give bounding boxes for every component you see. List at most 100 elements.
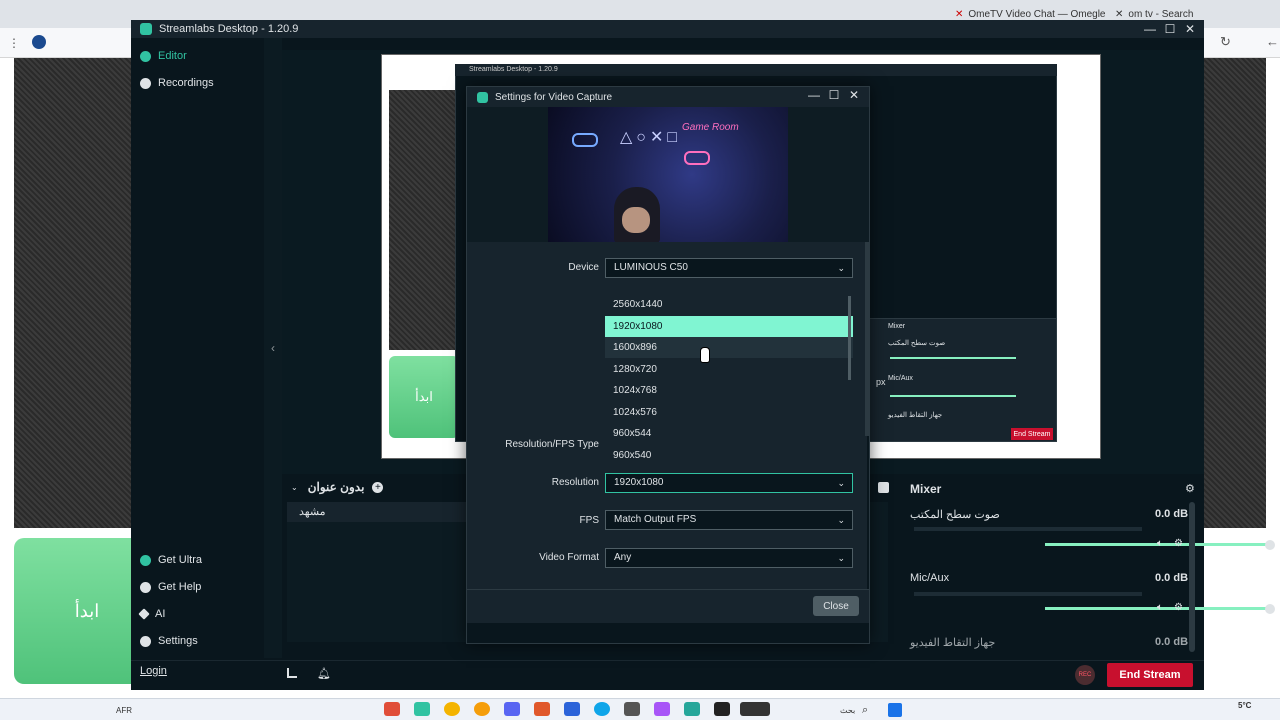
sidebar-item-ai[interactable]: AI bbox=[138, 604, 166, 624]
reload-icon[interactable]: ↻ bbox=[1220, 34, 1231, 50]
notification-bell-icon[interactable]: 🔔︎ bbox=[317, 667, 331, 680]
sidebar-item-label: Get Help bbox=[158, 581, 202, 593]
mixer-title: Mixer bbox=[910, 482, 942, 496]
close-icon[interactable]: ✕ bbox=[1179, 20, 1201, 38]
hand-cursor-icon bbox=[700, 347, 710, 363]
login-link[interactable]: Login bbox=[140, 665, 167, 677]
resolution-option[interactable]: 960x544 bbox=[605, 423, 853, 444]
video-format-select[interactable]: Any ⌄ bbox=[605, 548, 853, 568]
resolution-option[interactable]: 1280x720 bbox=[605, 359, 853, 380]
resolution-select[interactable]: 1920x1080 ⌄ bbox=[605, 473, 853, 493]
resolution-option[interactable]: 960x540 bbox=[605, 445, 853, 466]
remote-video-feed-right bbox=[1204, 58, 1266, 528]
app-icon-streamlabs-desktop[interactable] bbox=[414, 702, 430, 716]
volume-slider-handle[interactable] bbox=[1265, 604, 1275, 614]
sidebar-item-settings[interactable]: Settings bbox=[140, 631, 198, 651]
app-icon-file-explorer[interactable] bbox=[624, 702, 640, 716]
stats-icon[interactable] bbox=[287, 668, 297, 678]
chevron-down-icon: ⌄ bbox=[837, 515, 845, 525]
sidebar-collapse-toggle[interactable]: ‹ bbox=[264, 38, 282, 658]
captured-mixer-channel: صوت سطح المكتب bbox=[888, 340, 946, 347]
app-icon-app[interactable] bbox=[654, 702, 670, 716]
app-icon-app[interactable] bbox=[714, 702, 730, 716]
sidebar-item-label: Settings bbox=[158, 635, 198, 647]
resolution-label: Resolution bbox=[551, 477, 599, 488]
mixer-channel-name: جهاز التقاط الفيديو bbox=[910, 637, 996, 649]
profile-avatar[interactable] bbox=[32, 35, 46, 49]
captured-mixer-channel: جهاز التقاط الفيديو bbox=[888, 412, 943, 419]
mixer-icon bbox=[878, 482, 889, 493]
ultra-icon bbox=[140, 554, 151, 566]
scene-collection-name[interactable]: بدون عنوان bbox=[308, 480, 365, 494]
resolution-option[interactable]: 1024x576 bbox=[605, 402, 853, 423]
dropdown-scrollbar[interactable] bbox=[848, 296, 851, 380]
mixer-scrollbar[interactable] bbox=[1189, 502, 1195, 652]
tab-close-icon[interactable]: ✕ bbox=[955, 9, 963, 20]
app-icon-app[interactable] bbox=[564, 702, 580, 716]
menu-dots-icon[interactable]: ⋮ bbox=[8, 36, 20, 50]
chevron-down-icon[interactable]: ⌄ bbox=[291, 483, 298, 492]
device-select[interactable]: LUMINOUS C50 ⌄ bbox=[605, 258, 853, 278]
dialog-scrollbar[interactable] bbox=[865, 242, 869, 436]
window-titlebar: Streamlabs Desktop - 1.20.9 — ☐ ✕ bbox=[131, 20, 1204, 38]
close-icon[interactable]: ✕ bbox=[843, 86, 865, 104]
record-button[interactable]: REC bbox=[1075, 665, 1095, 685]
sidebar-item-editor[interactable]: Editor bbox=[140, 46, 187, 66]
app-icon-app[interactable] bbox=[684, 702, 700, 716]
close-button[interactable]: Close bbox=[813, 596, 859, 616]
mixer-channel-name: صوت سطح المكتب bbox=[910, 509, 1000, 521]
sidebar-item-label: AI bbox=[155, 608, 166, 620]
dialog-titlebar: Settings for Video Capture — ☐ ✕ bbox=[467, 87, 869, 107]
maximize-icon[interactable]: ☐ bbox=[1159, 20, 1181, 38]
volume-meter bbox=[914, 592, 1142, 596]
search-icon[interactable]: ⌕ bbox=[862, 704, 868, 717]
app-icon-browser[interactable] bbox=[474, 702, 490, 716]
mixer-channel-db: 0.0 dB bbox=[1155, 508, 1189, 520]
weather-temp[interactable]: 5°C bbox=[1238, 701, 1251, 710]
app-icon-chrome[interactable] bbox=[444, 702, 460, 716]
captured-window-title: Streamlabs Desktop - 1.20.9 bbox=[455, 64, 1057, 76]
window-title: Streamlabs Desktop - 1.20.9 bbox=[159, 23, 299, 35]
language-indicator[interactable]: AFR bbox=[116, 706, 132, 715]
streamlabs-logo-icon bbox=[477, 91, 488, 103]
editor-icon bbox=[140, 50, 151, 62]
camera-preview: △○✕□ Game Room bbox=[548, 107, 788, 242]
speaker-icon[interactable]: 🔈︎ bbox=[1157, 602, 1163, 613]
end-stream-button[interactable]: End Stream bbox=[1107, 663, 1193, 687]
add-scene-icon[interactable]: + bbox=[372, 481, 384, 493]
resolution-option[interactable]: 1024x768 bbox=[605, 380, 853, 401]
gear-icon[interactable]: ⚙ bbox=[1174, 538, 1183, 549]
sidebar-item-get-help[interactable]: Get Help bbox=[140, 577, 201, 597]
windows-start-icon[interactable] bbox=[888, 703, 902, 717]
speaker-icon[interactable]: 🔈︎ bbox=[1157, 538, 1163, 549]
sidebar-item-recordings[interactable]: Recordings bbox=[140, 73, 214, 93]
sidebar-item-get-ultra[interactable]: Get Ultra bbox=[140, 550, 202, 570]
resolution-option[interactable]: 1600x896 bbox=[605, 337, 853, 358]
app-icon-streamlabs[interactable] bbox=[384, 702, 400, 716]
mixer-settings-icon[interactable]: ⚙ bbox=[1185, 482, 1195, 495]
gear-icon[interactable]: ⚙ bbox=[1174, 602, 1183, 613]
app-icon-app[interactable] bbox=[534, 702, 550, 716]
fps-select[interactable]: Match Output FPS ⌄ bbox=[605, 510, 853, 530]
volume-slider-handle[interactable] bbox=[1265, 540, 1275, 550]
minimize-icon[interactable]: — bbox=[1139, 20, 1161, 38]
dialog-title: Settings for Video Capture bbox=[495, 91, 613, 103]
back-icon[interactable]: ← bbox=[1266, 34, 1279, 49]
resolution-option[interactable]: 2560x1440 bbox=[605, 294, 853, 315]
app-icon-edge[interactable] bbox=[594, 702, 610, 716]
app-icon-game[interactable] bbox=[740, 702, 770, 716]
app-icon-discord[interactable] bbox=[504, 702, 520, 716]
remote-video-feed bbox=[14, 58, 132, 528]
streamer-face bbox=[622, 207, 650, 233]
tab-close-icon[interactable]: ✕ bbox=[1115, 9, 1123, 20]
taskbar-search[interactable]: بحث bbox=[840, 706, 855, 715]
gear-icon bbox=[140, 635, 151, 647]
maximize-icon[interactable]: ☐ bbox=[823, 86, 845, 104]
resolution-option-selected[interactable]: 1920x1080 bbox=[605, 316, 853, 337]
minimize-icon[interactable]: — bbox=[803, 86, 825, 104]
captured-start-button: ابدأ bbox=[389, 356, 459, 438]
sidebar-item-label: Get Ultra bbox=[158, 554, 203, 566]
mixer-channel-db: 0.0 dB bbox=[1155, 572, 1189, 584]
device-label: Device bbox=[568, 262, 599, 273]
fps-value: Match Output FPS bbox=[614, 514, 697, 525]
